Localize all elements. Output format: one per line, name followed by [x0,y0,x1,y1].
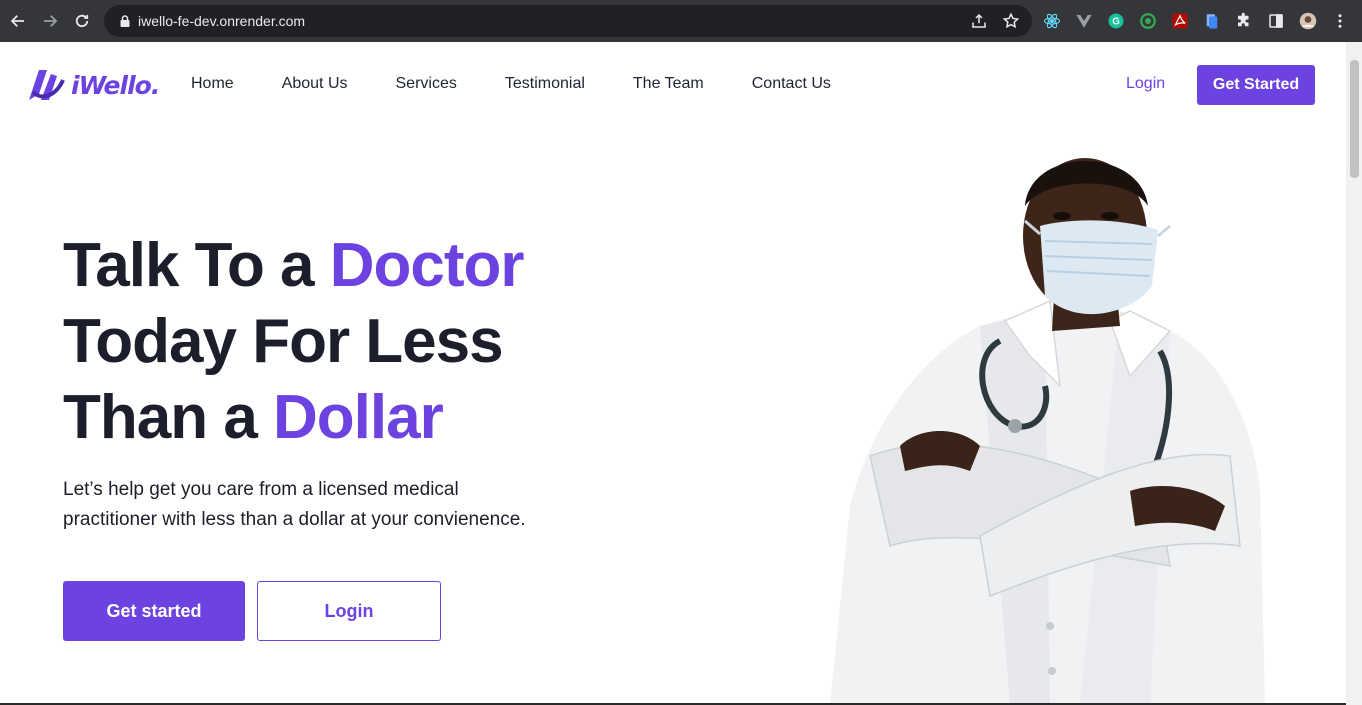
site-logo[interactable]: iWello. [25,64,160,106]
nav-home[interactable]: Home [191,75,234,93]
lock-icon [120,15,130,27]
star-icon[interactable] [1002,12,1020,30]
sidepanel-icon[interactable] [1266,11,1286,31]
address-bar[interactable]: iwello-fe-dev.onrender.com [104,5,1032,37]
header-login-link[interactable]: Login [1126,75,1165,93]
react-devtools-icon[interactable] [1042,11,1062,31]
back-arrow-icon[interactable] [6,8,30,34]
doctor-hero-image [830,158,1265,705]
forward-arrow-icon[interactable] [38,8,62,34]
scrollbar-thumb[interactable] [1350,60,1359,178]
hero-title-highlight-doctor: Doctor [329,231,525,300]
nav-the-team[interactable]: The Team [633,75,704,93]
page-viewport: iWello. Home About Us Services Testimoni… [0,42,1362,705]
profile-avatar[interactable] [1298,11,1318,31]
logo-mark-icon [29,70,65,100]
nav-testimonial[interactable]: Testimonial [505,75,585,93]
logo-text: iWello. [71,70,160,100]
hero-title-line1-part1: Talk To a [63,231,330,300]
header-get-started-button[interactable]: Get Started [1197,65,1315,105]
main-nav: Home About Us Services Testimonial The T… [191,75,831,93]
hero-get-started-button[interactable]: Get started [63,581,245,641]
nav-services[interactable]: Services [396,75,457,93]
nav-contact-us[interactable]: Contact Us [752,75,831,93]
hero-title-highlight-dollar: Dollar [273,383,444,452]
docs-icon[interactable] [1202,11,1222,31]
kebab-menu-icon[interactable] [1330,11,1350,31]
hero-title: Talk To a Doctor Today For Less Than a D… [63,228,525,456]
url-text: iwello-fe-dev.onrender.com [138,13,306,29]
grammarly-icon[interactable]: G [1106,11,1126,31]
share-icon[interactable] [970,12,988,30]
acrobat-icon[interactable] [1170,11,1190,31]
page-scrollbar[interactable] [1346,42,1362,705]
svg-text:G: G [1112,16,1120,27]
puzzle-icon[interactable] [1234,11,1254,31]
extension-green-icon[interactable] [1138,11,1158,31]
hero-title-line3-part1: Than a [63,383,274,452]
browser-toolbar: iwello-fe-dev.onrender.com G [0,0,1362,42]
vue-icon[interactable] [1074,11,1094,31]
hero-subtitle: Let’s help get you care from a licensed … [63,479,526,530]
hero-login-button[interactable]: Login [257,581,441,641]
reload-icon[interactable] [70,8,94,34]
hero-title-line2: Today For Less [63,307,504,376]
nav-about-us[interactable]: About Us [282,75,348,93]
